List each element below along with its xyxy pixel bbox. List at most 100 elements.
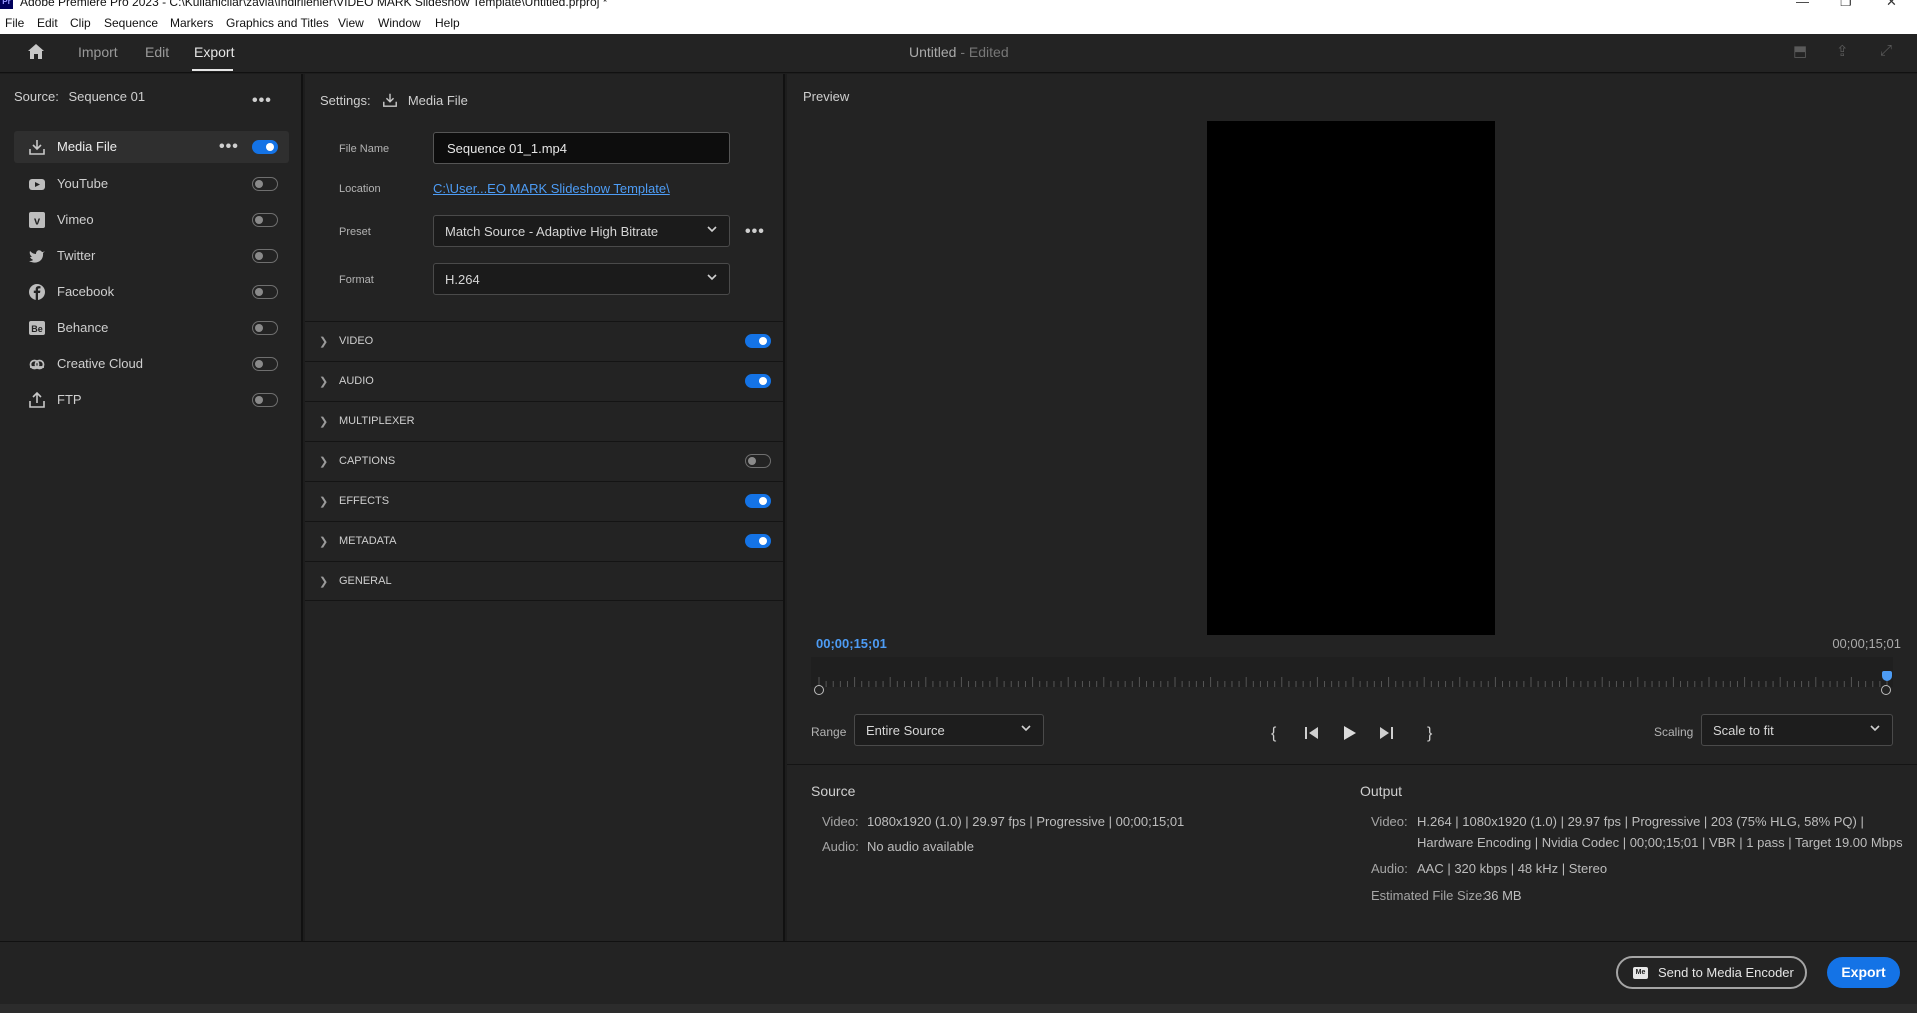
destination-label: Facebook xyxy=(57,284,115,299)
audio-toggle[interactable] xyxy=(745,374,771,388)
step-back-icon[interactable] xyxy=(1303,724,1321,742)
timeline-ruler xyxy=(818,677,1888,687)
section-effects[interactable]: ❯ EFFECTS xyxy=(305,481,783,521)
preset-more-icon[interactable]: ••• xyxy=(745,224,765,240)
source-audio-value: No audio available xyxy=(867,839,974,854)
send-to-media-encoder-button[interactable]: Me Send to Media Encoder xyxy=(1616,956,1807,989)
menu-edit[interactable]: Edit xyxy=(37,16,58,30)
location-link[interactable]: C:\User...EO MARK Slideshow Template\ xyxy=(433,181,670,196)
video-toggle[interactable] xyxy=(745,334,771,348)
current-timecode[interactable]: 00;00;15;01 xyxy=(816,636,887,651)
output-audio-value: AAC | 320 kbps | 48 kHz | Stereo xyxy=(1417,861,1608,876)
menu-view[interactable]: View xyxy=(338,16,364,30)
chevron-down-icon xyxy=(1021,725,1031,732)
destination-label: Creative Cloud xyxy=(57,356,143,371)
ftp-toggle[interactable] xyxy=(252,393,278,407)
destination-twitter[interactable]: Twitter xyxy=(14,240,289,272)
format-dropdown[interactable]: H.264 xyxy=(433,263,730,295)
facebook-toggle[interactable] xyxy=(252,285,278,299)
destination-youtube[interactable]: YouTube xyxy=(14,168,289,200)
menu-sequence[interactable]: Sequence xyxy=(104,16,158,30)
captions-toggle[interactable] xyxy=(745,454,771,468)
destination-facebook[interactable]: Facebook xyxy=(14,276,289,308)
estimated-size-label: Estimated File Size: xyxy=(1371,888,1486,903)
chevron-right-icon: ❯ xyxy=(319,456,329,468)
section-label: VIDEO xyxy=(339,335,374,347)
file-name-value: Sequence 01_1.mp4 xyxy=(447,141,567,156)
menu-help[interactable]: Help xyxy=(435,16,460,30)
estimated-size-value: 36 MB xyxy=(1484,888,1522,903)
range-dropdown[interactable]: Entire Source xyxy=(854,714,1044,746)
location-label: Location xyxy=(339,183,381,195)
export-button[interactable]: Export xyxy=(1827,957,1900,988)
export-footer: Me Send to Media Encoder Export xyxy=(0,941,1917,1013)
chevron-right-icon: ❯ xyxy=(319,496,329,508)
svg-text:Be: Be xyxy=(31,324,43,334)
out-point-handle[interactable] xyxy=(1881,685,1891,695)
step-forward-icon[interactable] xyxy=(1377,724,1395,742)
menu-file[interactable]: File xyxy=(5,16,24,30)
destination-creative-cloud[interactable]: Creative Cloud xyxy=(14,348,289,380)
menu-bar: File Edit Clip Sequence Markers Graphics… xyxy=(0,11,1917,34)
section-multiplexer[interactable]: ❯ MULTIPLEXER xyxy=(305,401,783,441)
destination-behance[interactable]: Be Behance xyxy=(14,312,289,344)
play-icon[interactable] xyxy=(1340,724,1358,742)
section-label: GENERAL xyxy=(339,575,392,587)
scaling-dropdown[interactable]: Scale to fit xyxy=(1701,714,1893,746)
youtube-icon xyxy=(29,179,45,190)
menu-graphics-and-titles[interactable]: Graphics and Titles xyxy=(226,16,329,30)
fullscreen-icon[interactable]: ⤢ xyxy=(1880,42,1892,59)
active-tab-indicator xyxy=(192,69,233,71)
restore-icon[interactable]: ❐ xyxy=(1840,0,1852,10)
format-label: Format xyxy=(339,274,374,286)
menu-window[interactable]: Window xyxy=(378,16,421,30)
creative-cloud-toggle[interactable] xyxy=(252,357,278,371)
media-encoder-icon: Me xyxy=(1633,967,1648,979)
share-icon[interactable]: ⇪ xyxy=(1836,42,1849,60)
mark-out-icon[interactable]: } xyxy=(1427,725,1432,743)
metadata-toggle[interactable] xyxy=(745,534,771,548)
tab-export[interactable]: Export xyxy=(194,44,234,60)
vimeo-toggle[interactable] xyxy=(252,213,278,227)
scaling-value: Scale to fit xyxy=(1713,723,1774,738)
destination-media-file[interactable]: Media File ••• xyxy=(14,131,289,163)
menu-clip[interactable]: Clip xyxy=(70,16,91,30)
menu-markers[interactable]: Markers xyxy=(170,16,213,30)
source-selector[interactable]: Source: Sequence 01 xyxy=(14,89,145,104)
timeline-scrubber[interactable] xyxy=(811,657,1893,687)
tab-edit[interactable]: Edit xyxy=(145,44,169,60)
section-audio[interactable]: ❯ AUDIO xyxy=(305,361,783,401)
section-metadata[interactable]: ❯ METADATA xyxy=(305,521,783,561)
destination-vimeo[interactable]: v Vimeo xyxy=(14,204,289,236)
in-point-handle[interactable] xyxy=(814,685,824,695)
source-audio-label: Audio: xyxy=(822,839,859,854)
send-to-media-encoder-label: Send to Media Encoder xyxy=(1658,965,1794,980)
destination-ftp[interactable]: FTP xyxy=(14,384,289,416)
preset-value: Match Source - Adaptive High Bitrate xyxy=(445,224,659,239)
mark-in-icon[interactable]: { xyxy=(1271,725,1276,743)
quick-export-icon[interactable]: ⬒ xyxy=(1793,42,1807,60)
file-name-input[interactable]: Sequence 01_1.mp4 xyxy=(433,132,730,164)
media-file-more-icon[interactable]: ••• xyxy=(219,139,239,155)
home-icon[interactable] xyxy=(27,43,45,61)
preset-label: Preset xyxy=(339,226,371,238)
chevron-down-icon xyxy=(707,226,717,233)
behance-toggle[interactable] xyxy=(252,321,278,335)
source-more-icon[interactable]: ••• xyxy=(252,93,272,109)
output-audio-label: Audio: xyxy=(1371,861,1408,876)
playhead[interactable] xyxy=(1882,671,1892,681)
close-icon[interactable]: ✕ xyxy=(1886,0,1897,10)
media-file-toggle[interactable] xyxy=(252,140,278,154)
section-captions[interactable]: ❯ CAPTIONS xyxy=(305,441,783,481)
section-general[interactable]: ❯ GENERAL xyxy=(305,561,783,601)
document-name: Untitled xyxy=(909,44,957,60)
tab-import[interactable]: Import xyxy=(78,44,118,60)
minimize-icon[interactable]: — xyxy=(1796,0,1809,9)
section-video[interactable]: ❯ VIDEO xyxy=(305,321,783,361)
preset-dropdown[interactable]: Match Source - Adaptive High Bitrate xyxy=(433,215,730,247)
twitter-toggle[interactable] xyxy=(252,249,278,263)
youtube-toggle[interactable] xyxy=(252,177,278,191)
chevron-right-icon: ❯ xyxy=(319,576,329,588)
effects-toggle[interactable] xyxy=(745,494,771,508)
destination-label: FTP xyxy=(57,392,82,407)
